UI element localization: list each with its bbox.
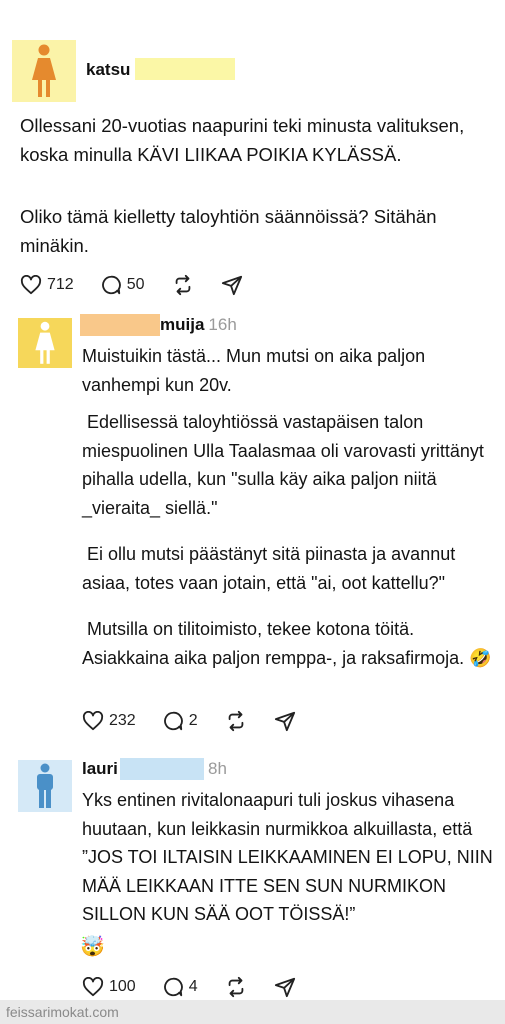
username-text: muija (160, 315, 205, 334)
heart-icon (20, 275, 42, 295)
male-avatar-icon (37, 763, 53, 808)
reply1-actions: 232 2 (82, 710, 322, 732)
reply2-emoji: 🤯 (80, 936, 105, 958)
reply2-time: 8h (208, 759, 227, 778)
repost-icon (175, 274, 190, 296)
share-icon (274, 711, 295, 732)
comment-icon (163, 711, 183, 731)
comment-button[interactable]: 50 (100, 274, 145, 296)
avatar-katsu[interactable] (12, 40, 76, 102)
post-actions: 712 50 (20, 274, 269, 296)
username-redaction (80, 314, 160, 336)
heart-icon (82, 711, 104, 731)
like-count: 712 (47, 276, 74, 293)
repost-button[interactable] (171, 274, 195, 296)
repost-button[interactable] (224, 710, 248, 732)
comment-count: 4 (188, 978, 198, 995)
female-avatar-icon (32, 44, 56, 97)
reply1-text-3: Ei ollu mutsi päästänyt sitä piinasta ja… (82, 544, 461, 593)
share-button[interactable] (274, 976, 296, 998)
comment-button[interactable]: 4 (162, 976, 198, 998)
share-icon (221, 275, 242, 296)
like-button[interactable]: 100 (82, 977, 136, 997)
share-icon (274, 977, 295, 998)
like-count: 232 (109, 712, 136, 729)
avatar-lauri[interactable] (18, 760, 72, 812)
post-username[interactable]: katsu (86, 60, 130, 80)
repost-icon (228, 710, 243, 732)
repost-button[interactable] (224, 976, 248, 998)
username-redaction (135, 58, 235, 80)
watermark-text: feissarimokat.com (6, 1004, 119, 1020)
reply1-time: 16h (208, 315, 237, 334)
reply1-text-1: Muistuikin tästä... Mun mutsi on aika pa… (82, 346, 431, 395)
watermark-bar: feissarimokat.com (0, 1000, 505, 1024)
username-redaction (120, 758, 204, 780)
avatar-muija[interactable] (18, 318, 72, 368)
username-text: lauri (82, 759, 118, 778)
username-text: katsu (86, 60, 131, 79)
repost-icon (228, 976, 243, 998)
comment-count: 2 (188, 712, 198, 729)
reply2-time-wrap: 8h (204, 759, 227, 779)
like-button[interactable]: 712 (20, 275, 74, 295)
comment-button[interactable]: 2 (162, 710, 198, 732)
reply2-username[interactable]: lauri (82, 759, 118, 779)
comment-icon (163, 977, 183, 997)
like-count: 100 (109, 978, 136, 995)
reply1-username[interactable]: muija 16h (160, 315, 237, 335)
like-button[interactable]: 232 (82, 711, 136, 731)
share-button[interactable] (274, 710, 296, 732)
female-avatar-icon (35, 321, 55, 364)
comment-count: 50 (126, 276, 145, 293)
post-text-1: Ollessani 20-vuotias naapurini teki minu… (20, 115, 470, 165)
reply2-actions: 100 4 (82, 976, 322, 998)
reply1-text-2: Edellisessä taloyhtiössä vastapäisen tal… (82, 412, 489, 518)
heart-icon (82, 977, 104, 997)
reply2-text-1: Yks entinen rivitalonaapuri tuli joskus … (82, 790, 498, 924)
share-button[interactable] (221, 274, 243, 296)
comment-icon (101, 275, 121, 295)
post-text-2: Oliko tämä kielletty taloyhtiön säännöis… (20, 206, 442, 256)
reply1-text-4: Mutsilla on tilitoimisto, tekee kotona t… (82, 619, 492, 668)
